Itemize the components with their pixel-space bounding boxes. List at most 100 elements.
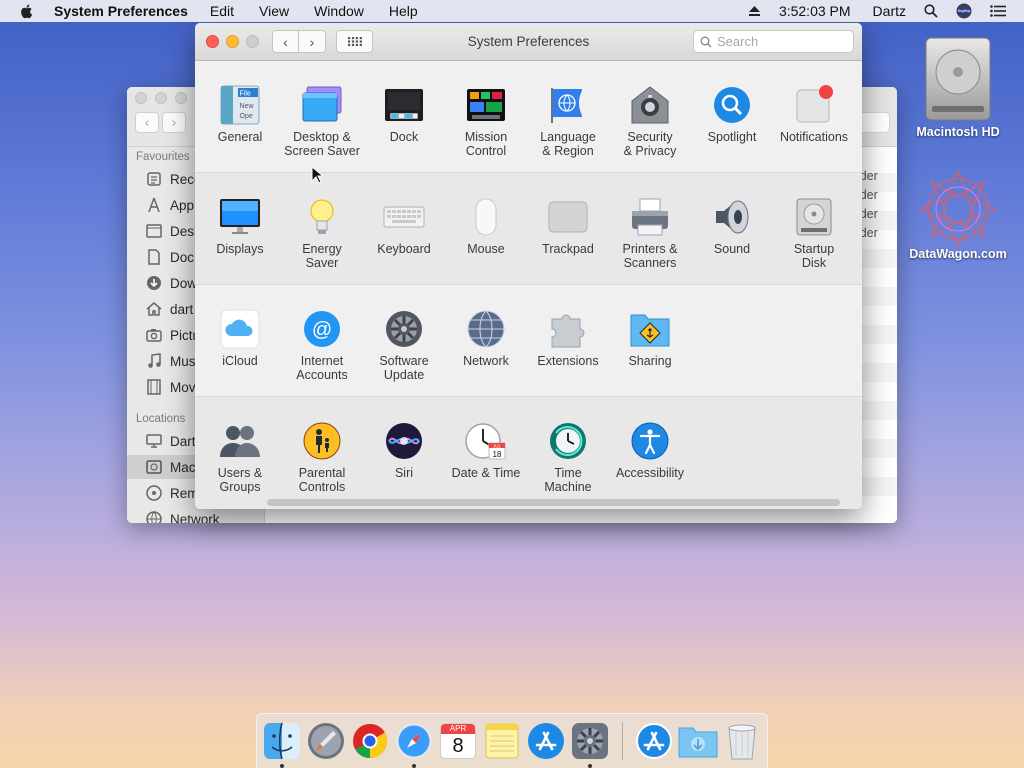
finder-zoom-button[interactable] (175, 92, 187, 104)
search-icon (700, 36, 712, 48)
sidebar-item-label: Dart (170, 433, 196, 449)
spotlight-icon (710, 83, 754, 127)
pref-pane-label: Internet Accounts (296, 354, 348, 382)
menubar-user[interactable]: Dartz (873, 3, 906, 19)
pref-pane-general[interactable]: File New Ope General (198, 83, 282, 144)
pref-pane-label: Sharing (628, 354, 672, 368)
pref-pane-language-region[interactable]: Language & Region (526, 83, 610, 158)
dock-item-launchpad[interactable] (306, 721, 346, 761)
eject-icon[interactable] (748, 5, 761, 17)
pref-pane-software-update[interactable]: Software Update (362, 307, 446, 382)
zoom-button[interactable] (246, 35, 259, 48)
dock-item-applications-folder[interactable] (634, 721, 674, 761)
pref-pane-dock[interactable]: Dock (362, 83, 446, 144)
dock-item-downloads-folder[interactable] (678, 721, 718, 761)
pref-pane-users-groups[interactable]: Users & Groups (198, 419, 282, 494)
app-menu-name[interactable]: System Preferences (54, 3, 188, 19)
pref-pane-internet-accounts[interactable]: @ Internet Accounts (280, 307, 364, 382)
pref-pane-icloud[interactable]: iCloud (198, 307, 282, 368)
calendar-month: APR (441, 724, 475, 734)
menu-list-icon[interactable] (990, 5, 1006, 17)
pref-pane-accessibility[interactable]: Accessibility (608, 419, 692, 480)
sidebar-item-network[interactable]: Network (127, 507, 265, 523)
desktop-icon-macintosh-hd[interactable]: Macintosh HD (903, 32, 1013, 139)
search-icon[interactable] (924, 4, 938, 18)
pref-pane-displays[interactable]: Displays (198, 195, 282, 256)
pref-pane-notifications[interactable]: Notifications (772, 83, 856, 144)
pref-pane-printers-scanners[interactable]: Printers & Scanners (608, 195, 692, 270)
pref-pane-keyboard[interactable]: Keyboard (362, 195, 446, 256)
pref-pane-trackpad[interactable]: Trackpad (526, 195, 610, 256)
prefs-titlebar: System Preferences ‹ › Search (195, 23, 862, 61)
apple-icon[interactable] (19, 3, 35, 19)
computer-icon (145, 432, 163, 450)
sidebar-item-label: Mus (170, 353, 196, 369)
pref-pane-label: Energy Saver (302, 242, 342, 270)
remote-disc-icon (145, 484, 163, 502)
search-field[interactable]: Search (693, 30, 854, 53)
finder-forward-button[interactable]: › (162, 112, 186, 133)
pref-pane-label: Displays (216, 242, 264, 256)
dock-item-safari[interactable] (394, 721, 434, 761)
pref-pane-date-time[interactable]: JUL 18 Date & Time (444, 419, 528, 480)
dock-item-trash[interactable] (722, 721, 762, 761)
pref-pane-extensions[interactable]: Extensions (526, 307, 610, 368)
parental-controls-icon (300, 419, 344, 463)
pref-pane-time-machine[interactable]: Time Machine (526, 419, 610, 494)
pref-pane-network[interactable]: Network (444, 307, 528, 368)
finder-close-button[interactable] (135, 92, 147, 104)
pref-pane-mission-control[interactable]: Mission Control (444, 83, 528, 158)
dock-item-chrome[interactable] (350, 721, 390, 761)
finder-minimize-button[interactable] (155, 92, 167, 104)
pref-pane-energy-saver[interactable]: Energy Saver (280, 195, 364, 270)
forward-button[interactable]: › (299, 30, 326, 53)
pref-pane-sound[interactable]: Sound (690, 195, 774, 256)
printers-scanners-icon (628, 195, 672, 239)
minimize-button[interactable] (226, 35, 239, 48)
pref-pane-mouse[interactable]: Mouse (444, 195, 528, 256)
running-indicator (588, 764, 592, 768)
menubar-clock[interactable]: 3:52:03 PM (779, 3, 851, 19)
sharing-icon (628, 307, 672, 351)
datawagon-logo-icon (918, 169, 998, 249)
finder-back-button[interactable]: ‹ (135, 112, 159, 133)
pref-pane-desktop-screen-saver[interactable]: Desktop & Screen Saver (280, 83, 364, 158)
accessibility-icon (628, 419, 672, 463)
horizontal-scrollbar[interactable] (267, 499, 840, 506)
extensions-icon (546, 307, 590, 351)
trackpad-icon (546, 195, 590, 239)
app-store-icon (528, 723, 564, 759)
date-time-icon: JUL 18 (464, 419, 508, 463)
menu-help[interactable]: Help (389, 3, 418, 19)
pref-pane-sharing[interactable]: Sharing (608, 307, 692, 368)
dock-item-calendar[interactable]: APR 8 (438, 721, 478, 761)
menu-view[interactable]: View (259, 3, 289, 19)
pref-pane-parental-controls[interactable]: Parental Controls (280, 419, 364, 494)
dock-item-app-store[interactable] (526, 721, 566, 761)
running-indicator (280, 764, 284, 768)
system-preferences-window: System Preferences ‹ › Search File New O… (195, 23, 862, 509)
pref-pane-siri[interactable]: Siri (362, 419, 446, 480)
menu-edit[interactable]: Edit (210, 3, 234, 19)
close-button[interactable] (206, 35, 219, 48)
general-icon-new: New (240, 103, 255, 110)
pref-pane-label: Network (463, 354, 509, 368)
desktop-screensaver-icon (300, 83, 344, 127)
sidebar-item-label: dart (170, 301, 194, 317)
dock-item-notes[interactable] (482, 721, 522, 761)
software-update-icon (382, 307, 426, 351)
search-placeholder: Search (717, 34, 759, 49)
pref-pane-security-privacy[interactable]: Security & Privacy (608, 83, 692, 158)
siri-icon[interactable] (956, 3, 972, 19)
desktop-icon-datawagon[interactable]: DataWagon.com (903, 166, 1013, 261)
show-all-button[interactable] (336, 30, 373, 53)
mouse-cursor-icon (311, 166, 323, 184)
general-icon: File New Ope (218, 83, 262, 127)
dock-item-finder[interactable] (262, 721, 302, 761)
documents-icon (145, 248, 163, 266)
pref-pane-spotlight[interactable]: Spotlight (690, 83, 774, 144)
back-button[interactable]: ‹ (272, 30, 299, 53)
dock-item-system-preferences[interactable] (570, 721, 610, 761)
menu-window[interactable]: Window (314, 3, 364, 19)
pref-pane-startup-disk[interactable]: Startup Disk (772, 195, 856, 270)
